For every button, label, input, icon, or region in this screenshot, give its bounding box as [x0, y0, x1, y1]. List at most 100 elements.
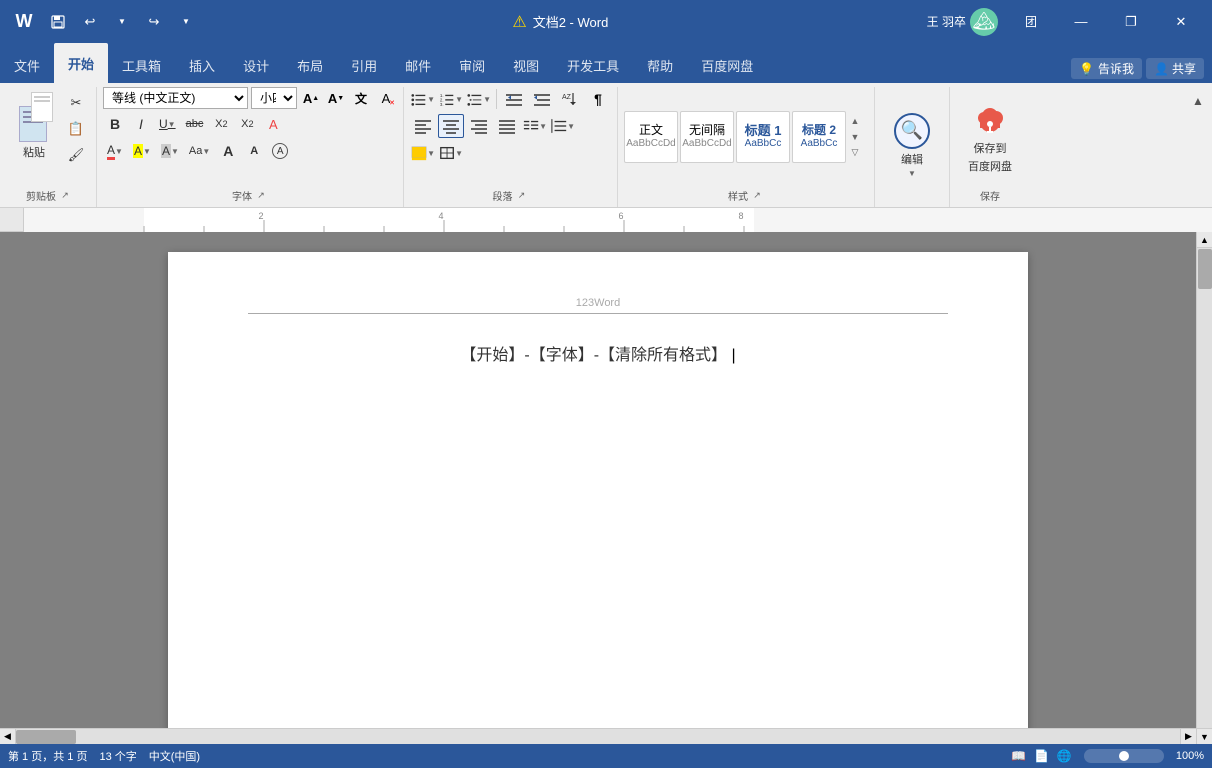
undo-button[interactable]: ↩ — [76, 8, 104, 36]
align-center-button[interactable] — [438, 114, 464, 138]
font-expand-button[interactable]: ↗ — [254, 189, 268, 203]
save-to-baidu-button[interactable]: 保存到 百度网盘 — [956, 98, 1024, 176]
tab-insert[interactable]: 插入 — [175, 48, 229, 83]
encircle-char-button[interactable]: A — [268, 139, 292, 163]
minimize-button[interactable]: — — [1058, 0, 1104, 43]
font-a-shrink[interactable]: A — [242, 139, 266, 163]
redo-button[interactable]: ↪ — [140, 8, 168, 36]
editing-button[interactable]: 🔍 编辑 ▼ — [881, 105, 943, 183]
tell-me-button[interactable]: 💡 告诉我 — [1071, 58, 1142, 79]
read-view-button[interactable]: 📖 — [1011, 749, 1026, 763]
font-size-select[interactable]: 小四 — [251, 87, 297, 109]
clear-all-formatting-button[interactable]: A✕ — [375, 87, 397, 109]
document-page[interactable]: 123Word 【开始】-【字体】-【清除所有格式】 — [168, 252, 1028, 728]
team-button[interactable]: 团 — [1008, 0, 1054, 43]
subscript-button[interactable]: X2 — [209, 112, 233, 136]
font-a-grow[interactable]: A — [216, 139, 240, 163]
collapse-ribbon-button[interactable]: ▲ — [1188, 91, 1208, 111]
style-expand[interactable]: ▽ — [848, 146, 862, 160]
strikethrough-button[interactable]: abc — [182, 112, 208, 136]
style-heading1[interactable]: 标题 1 AaBbCc — [736, 111, 790, 163]
underline-button[interactable]: U▼ — [155, 112, 180, 136]
undo-dropdown[interactable]: ▼ — [108, 8, 136, 36]
sort-button[interactable]: AZ — [557, 87, 583, 111]
statusbar-right: 📖 📄 🌐 100% — [1011, 749, 1204, 763]
font-color-button[interactable]: A▼ — [103, 139, 127, 163]
share-button[interactable]: 👤 共享 — [1146, 58, 1204, 79]
paragraph-expand-button[interactable]: ↗ — [515, 189, 529, 203]
tab-mailings[interactable]: 邮件 — [391, 48, 445, 83]
numbering-button[interactable]: 1.2.3. ▼ — [438, 87, 464, 111]
show-formatting-marks-button[interactable]: ¶ — [585, 87, 611, 111]
bullets-button[interactable]: ▼ — [410, 87, 436, 111]
tab-baidu[interactable]: 百度网盘 — [687, 48, 767, 83]
column-layout-button[interactable]: ▼ — [522, 114, 548, 138]
tab-file[interactable]: 文件 — [0, 48, 54, 83]
bold-button[interactable]: B — [103, 112, 127, 136]
style-heading2[interactable]: 标题 2 AaBbCc — [792, 111, 846, 163]
phonetic-guide-button[interactable]: 文 — [350, 87, 372, 109]
editing-group: 🔍 编辑 ▼ — [877, 87, 950, 207]
save-qat-button[interactable] — [44, 8, 72, 36]
style-scroll-down[interactable]: ▼ — [848, 130, 862, 144]
style-normal[interactable]: 正文 AaBbCcDd — [624, 111, 678, 163]
font-content: 等线 (中文正文) 小四 A▲ A▼ 文 A✕ B I U▼ — [103, 87, 397, 186]
highlight-color-button[interactable]: A▼ — [129, 139, 155, 163]
close-button[interactable]: ✕ — [1158, 0, 1204, 43]
user-area[interactable]: 王 羽卒 🏔 — [921, 6, 1004, 38]
style-no-spacing[interactable]: 无间隔 AaBbCcDd — [680, 111, 734, 163]
tab-layout[interactable]: 布局 — [283, 48, 337, 83]
page-container[interactable]: 123Word 【开始】-【字体】-【清除所有格式】 — [0, 232, 1196, 728]
tab-design[interactable]: 设计 — [229, 48, 283, 83]
tab-review[interactable]: 审阅 — [445, 48, 499, 83]
copy-button[interactable]: 📋 — [62, 117, 90, 141]
italic-button[interactable]: I — [129, 112, 153, 136]
page-view-button[interactable]: 📄 — [1034, 749, 1049, 763]
style-scroll-up[interactable]: ▲ — [848, 114, 862, 128]
scroll-thumb-v[interactable] — [1198, 249, 1212, 289]
zoom-thumb[interactable] — [1119, 751, 1129, 761]
multilevel-list-button[interactable]: ▼ — [466, 87, 492, 111]
font-name-select[interactable]: 等线 (中文正文) — [103, 87, 248, 109]
scroll-track-v[interactable] — [1197, 248, 1212, 728]
scroll-thumb-h[interactable] — [16, 730, 76, 744]
format-painter-button[interactable]: 🖌 — [62, 143, 90, 167]
justify-button[interactable] — [494, 114, 520, 138]
tab-references[interactable]: 引用 — [337, 48, 391, 83]
scroll-right-button[interactable]: ▶ — [1180, 729, 1196, 745]
scroll-down-button[interactable]: ▼ — [1197, 728, 1212, 744]
decrease-font-button[interactable]: A▼ — [325, 87, 347, 109]
customize-qat-button[interactable]: ▼ — [172, 8, 200, 36]
change-case-button[interactable]: Aa▼ — [185, 139, 214, 163]
tab-developer[interactable]: 开发工具 — [553, 48, 633, 83]
tab-toolbox[interactable]: 工具箱 — [108, 48, 175, 83]
tab-home[interactable]: 开始 — [54, 43, 108, 83]
text-effects-button[interactable]: A — [261, 112, 285, 136]
line-spacing-button[interactable]: ▼ — [550, 114, 576, 138]
char-shading-button[interactable]: A▼ — [157, 139, 183, 163]
align-left-button[interactable] — [410, 114, 436, 138]
page-body[interactable]: 【开始】-【字体】-【清除所有格式】 — [248, 312, 948, 371]
increase-font-button[interactable]: A▲ — [300, 87, 322, 109]
tab-view[interactable]: 视图 — [499, 48, 553, 83]
style-expand-button[interactable]: ↗ — [750, 189, 764, 203]
cut-button[interactable]: ✂ — [62, 91, 90, 115]
increase-indent-button[interactable] — [529, 87, 555, 111]
ruler-corner[interactable] — [0, 208, 24, 232]
paste-button[interactable]: 粘贴 — [8, 87, 60, 165]
decrease-indent-button[interactable] — [501, 87, 527, 111]
zoom-slider[interactable] — [1084, 749, 1164, 763]
clipboard-expand[interactable]: ↗ — [58, 189, 72, 203]
scroll-left-button[interactable]: ◀ — [0, 729, 16, 745]
superscript-button[interactable]: X2 — [235, 112, 259, 136]
shading-button[interactable]: ▼ — [410, 141, 436, 165]
restore-button[interactable]: ❐ — [1108, 0, 1154, 43]
paragraph-content: ▼ 1.2.3. ▼ ▼ — [410, 87, 611, 186]
borders-button[interactable]: ▼ — [438, 141, 464, 165]
align-right-button[interactable] — [466, 114, 492, 138]
titlebar-center: ⚠ 文档2 - Word — [512, 12, 608, 32]
web-view-button[interactable]: 🌐 — [1057, 749, 1072, 763]
scroll-up-button[interactable]: ▲ — [1197, 232, 1212, 248]
scroll-track-h[interactable] — [16, 729, 1180, 745]
tab-help[interactable]: 帮助 — [633, 48, 687, 83]
